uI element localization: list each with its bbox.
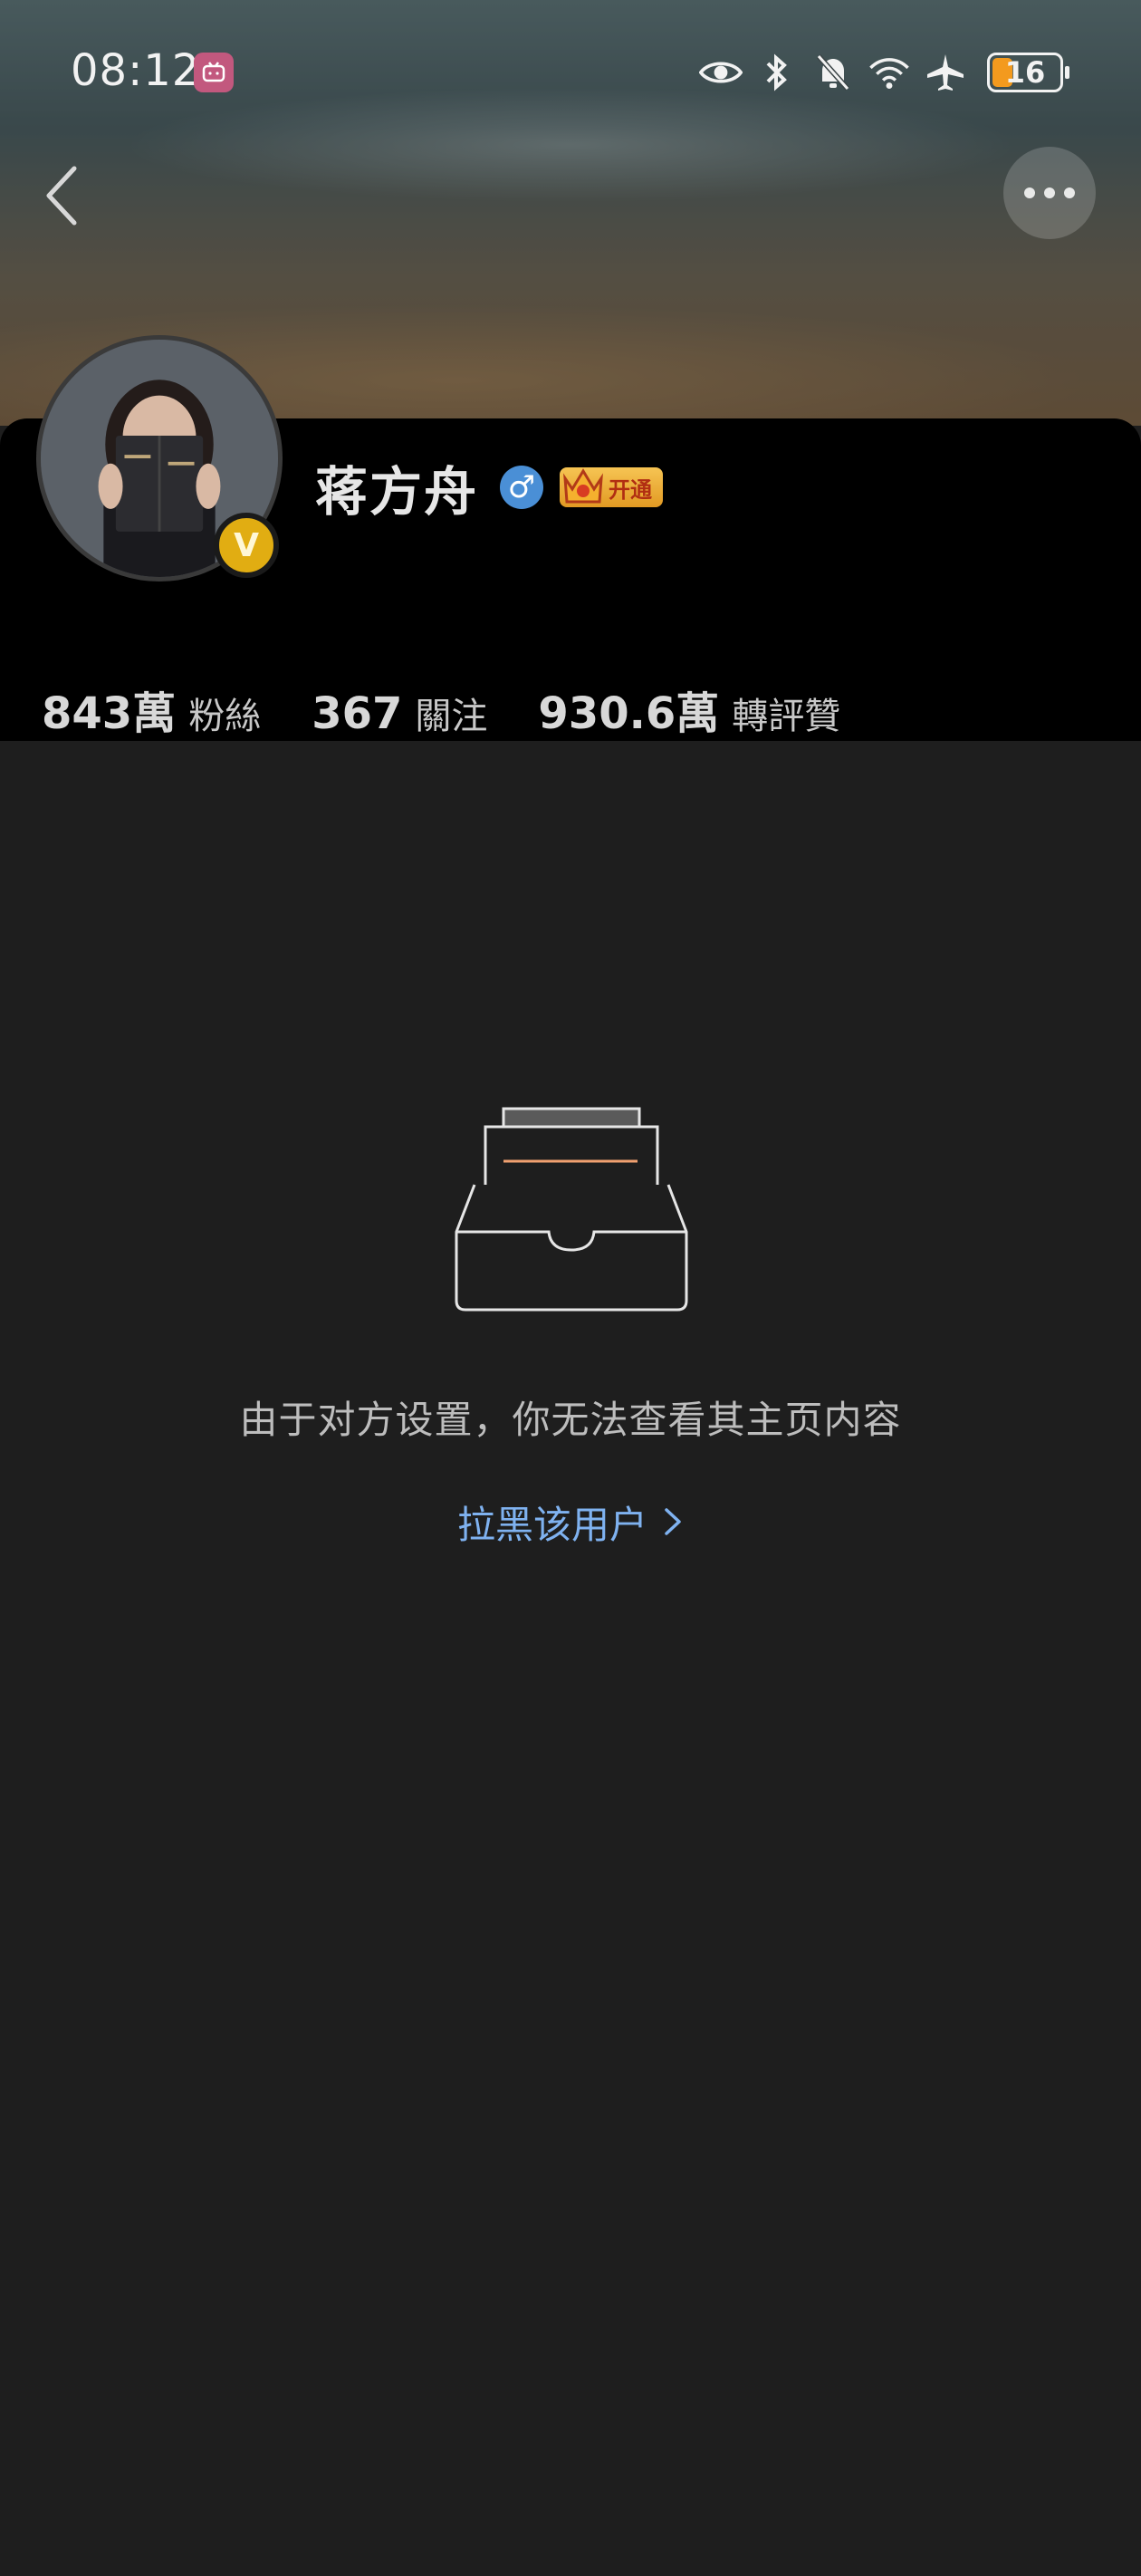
more-dots-icon [1024,187,1035,198]
crown-icon [563,468,603,504]
eye-icon [699,51,743,94]
more-button[interactable] [1003,147,1096,239]
stats-row: 843萬 粉絲 367 關注 930.6萬 轉評贊 [42,678,891,746]
verified-badge: V [214,513,279,578]
chevron-left-icon [46,166,77,226]
vip-open-button[interactable]: 开通 [560,467,664,507]
block-user-label: 拉黑该用户 [456,1502,647,1547]
stat-label: 關注 [415,696,488,737]
status-bar: 08:12 16 [0,36,1141,109]
stat-value: 843萬 [42,688,177,739]
stat-followers[interactable]: 843萬 粉絲 [42,678,261,741]
vip-label: 开通 [609,476,653,503]
username: 蒋方舟 [315,461,479,523]
back-button[interactable] [34,159,89,232]
wifi-icon [868,51,911,94]
status-time: 08:12 [71,45,201,96]
stat-value: 367 [312,688,403,739]
tv-app-icon [194,53,234,92]
empty-inbox-icon [455,1107,688,1312]
airplane-icon [924,51,967,94]
profile-page: 08:12 16 V 蒋方舟 ♂ 开通 843萬 粉絲 367 關注 930.6… [0,0,1141,2576]
bell-off-icon [811,51,855,94]
stat-label: 粉絲 [188,696,262,737]
empty-message: 由于对方设置，你无法查看其主页内容 [239,1398,902,1442]
battery-icon: 16 [987,53,1069,92]
male-gender-icon: ♂ [500,466,544,509]
system-icons: 16 [699,47,1069,98]
stat-following[interactable]: 367 關注 [312,687,487,739]
block-user-link[interactable]: 拉黑该用户 [0,1493,1141,1551]
battery-level: 16 [1004,55,1046,90]
stat-label: 轉評贊 [732,696,841,737]
chevron-right-icon [665,1508,681,1535]
name-row: 蒋方舟 ♂ 开通 [315,451,664,524]
bluetooth-icon [755,51,799,94]
stat-likes[interactable]: 930.6萬 轉評贊 [538,678,840,741]
stat-value: 930.6萬 [538,688,720,739]
